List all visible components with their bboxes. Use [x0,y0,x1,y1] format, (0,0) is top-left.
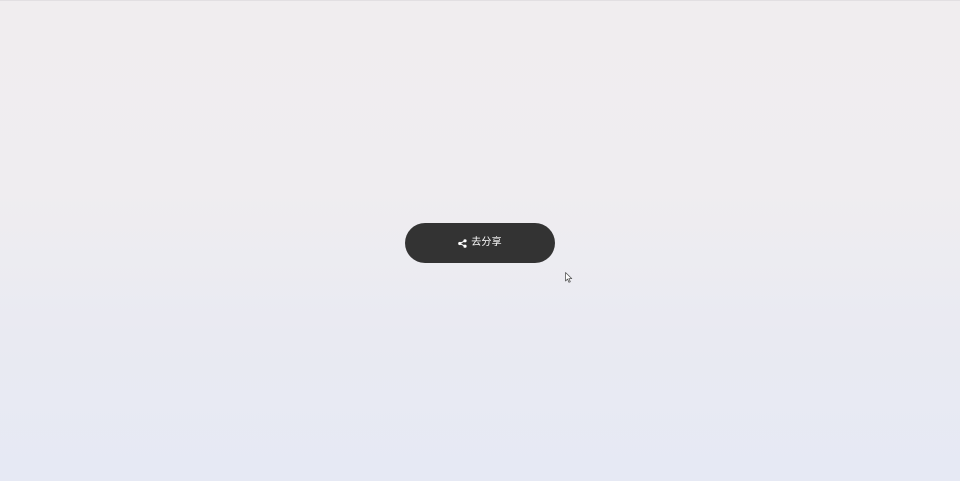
top-edge-divider [0,0,960,1]
share-icon [458,238,467,248]
share-button-label: 去分享 [471,237,502,248]
share-button[interactable]: 去分享 [405,223,555,263]
mouse-pointer-icon [565,268,573,283]
